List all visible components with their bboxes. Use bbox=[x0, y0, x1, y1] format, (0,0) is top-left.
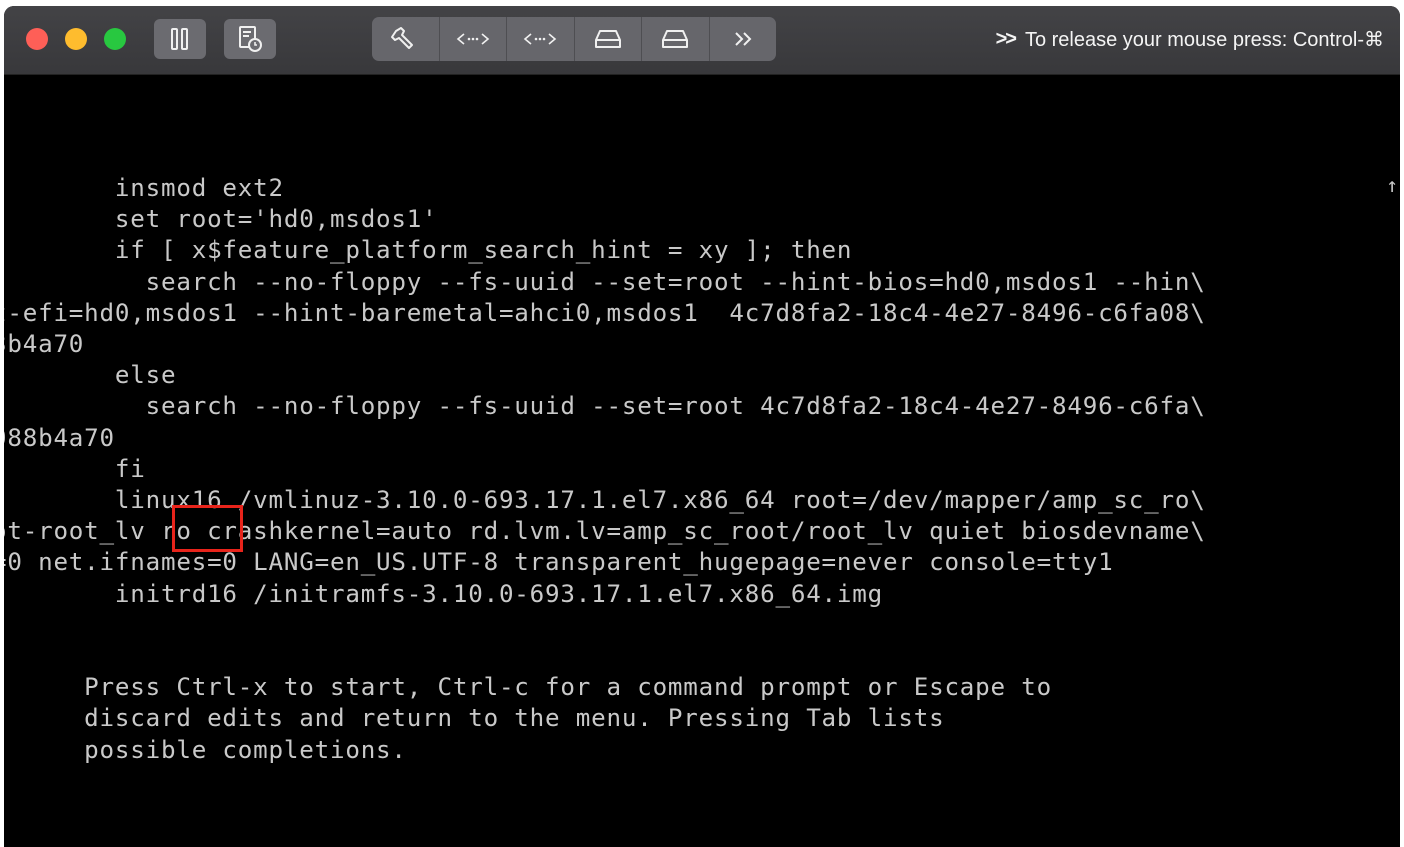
vm-window: >> To release your mouse press: Control-… bbox=[4, 6, 1400, 847]
scroll-up-indicator: ↑ bbox=[1385, 173, 1398, 197]
console-line: Press Ctrl-x to start, Ctrl-c for a comm… bbox=[4, 673, 1052, 702]
wrench-icon bbox=[391, 27, 414, 49]
console-line: insmod ext2 bbox=[4, 174, 284, 202]
hard-disk-icon bbox=[662, 30, 689, 48]
release-hint-text: To release your mouse press: Control-⌘ bbox=[1024, 29, 1384, 51]
console-line: t-efi=hd0,msdos1 --hint-baremetal=ahci0,… bbox=[4, 298, 1206, 327]
console-line: set root='hd0,msdos1' bbox=[4, 205, 438, 234]
console-line: fi bbox=[4, 454, 146, 483]
snapshot-icon bbox=[239, 26, 262, 52]
disk-button-1[interactable] bbox=[575, 17, 642, 61]
disk-button-2[interactable] bbox=[642, 17, 710, 61]
network-arrows-icon bbox=[456, 33, 489, 45]
pause-button[interactable] bbox=[154, 19, 206, 59]
snapshot-button[interactable] bbox=[224, 19, 276, 59]
release-mouse-hint: >> To release your mouse press: Control-… bbox=[996, 27, 1384, 52]
pause-icon bbox=[171, 28, 188, 50]
hard-disk-icon bbox=[594, 30, 621, 48]
ro-highlight-box bbox=[172, 505, 243, 552]
console-line: search --no-floppy --fs-uuid --set=root … bbox=[4, 392, 1206, 421]
console-line: =0 net.ifnames=0 LANG=en_US.UTF-8 transp… bbox=[4, 548, 1114, 577]
vm-console-screen[interactable]: insmod ext2 set root='hd0,msdos1' if [ x… bbox=[4, 75, 1400, 847]
zoom-window-button[interactable] bbox=[104, 28, 126, 50]
more-devices-button[interactable] bbox=[710, 17, 777, 61]
console-line: 088b4a70 bbox=[4, 423, 115, 452]
console-line: if [ x$feature_platform_search_hint = xy… bbox=[4, 236, 853, 265]
network-button-1[interactable] bbox=[440, 17, 507, 61]
settings-button[interactable] bbox=[372, 17, 440, 61]
console-line: initrd16 /initramfs-3.10.0-693.17.1.el7.… bbox=[4, 579, 884, 608]
vm-toolbar: >> To release your mouse press: Control-… bbox=[4, 6, 1400, 75]
double-chevron-right-icon bbox=[735, 32, 752, 46]
minimize-window-button[interactable] bbox=[65, 28, 87, 50]
console-line: possible completions. bbox=[4, 735, 407, 764]
console-line: 3b4a70 bbox=[4, 330, 85, 358]
network-button-2[interactable] bbox=[507, 17, 575, 61]
console-line: discard edits and return to the menu. Pr… bbox=[4, 704, 945, 733]
console-line: search --no-floppy --fs-uuid --set=root … bbox=[4, 267, 1206, 296]
console-line: else bbox=[4, 361, 177, 390]
double-chevron-icon: >> bbox=[995, 28, 1017, 50]
network-arrows-icon bbox=[524, 33, 557, 45]
device-toolbar-group bbox=[372, 17, 776, 61]
close-window-button[interactable] bbox=[26, 28, 48, 50]
